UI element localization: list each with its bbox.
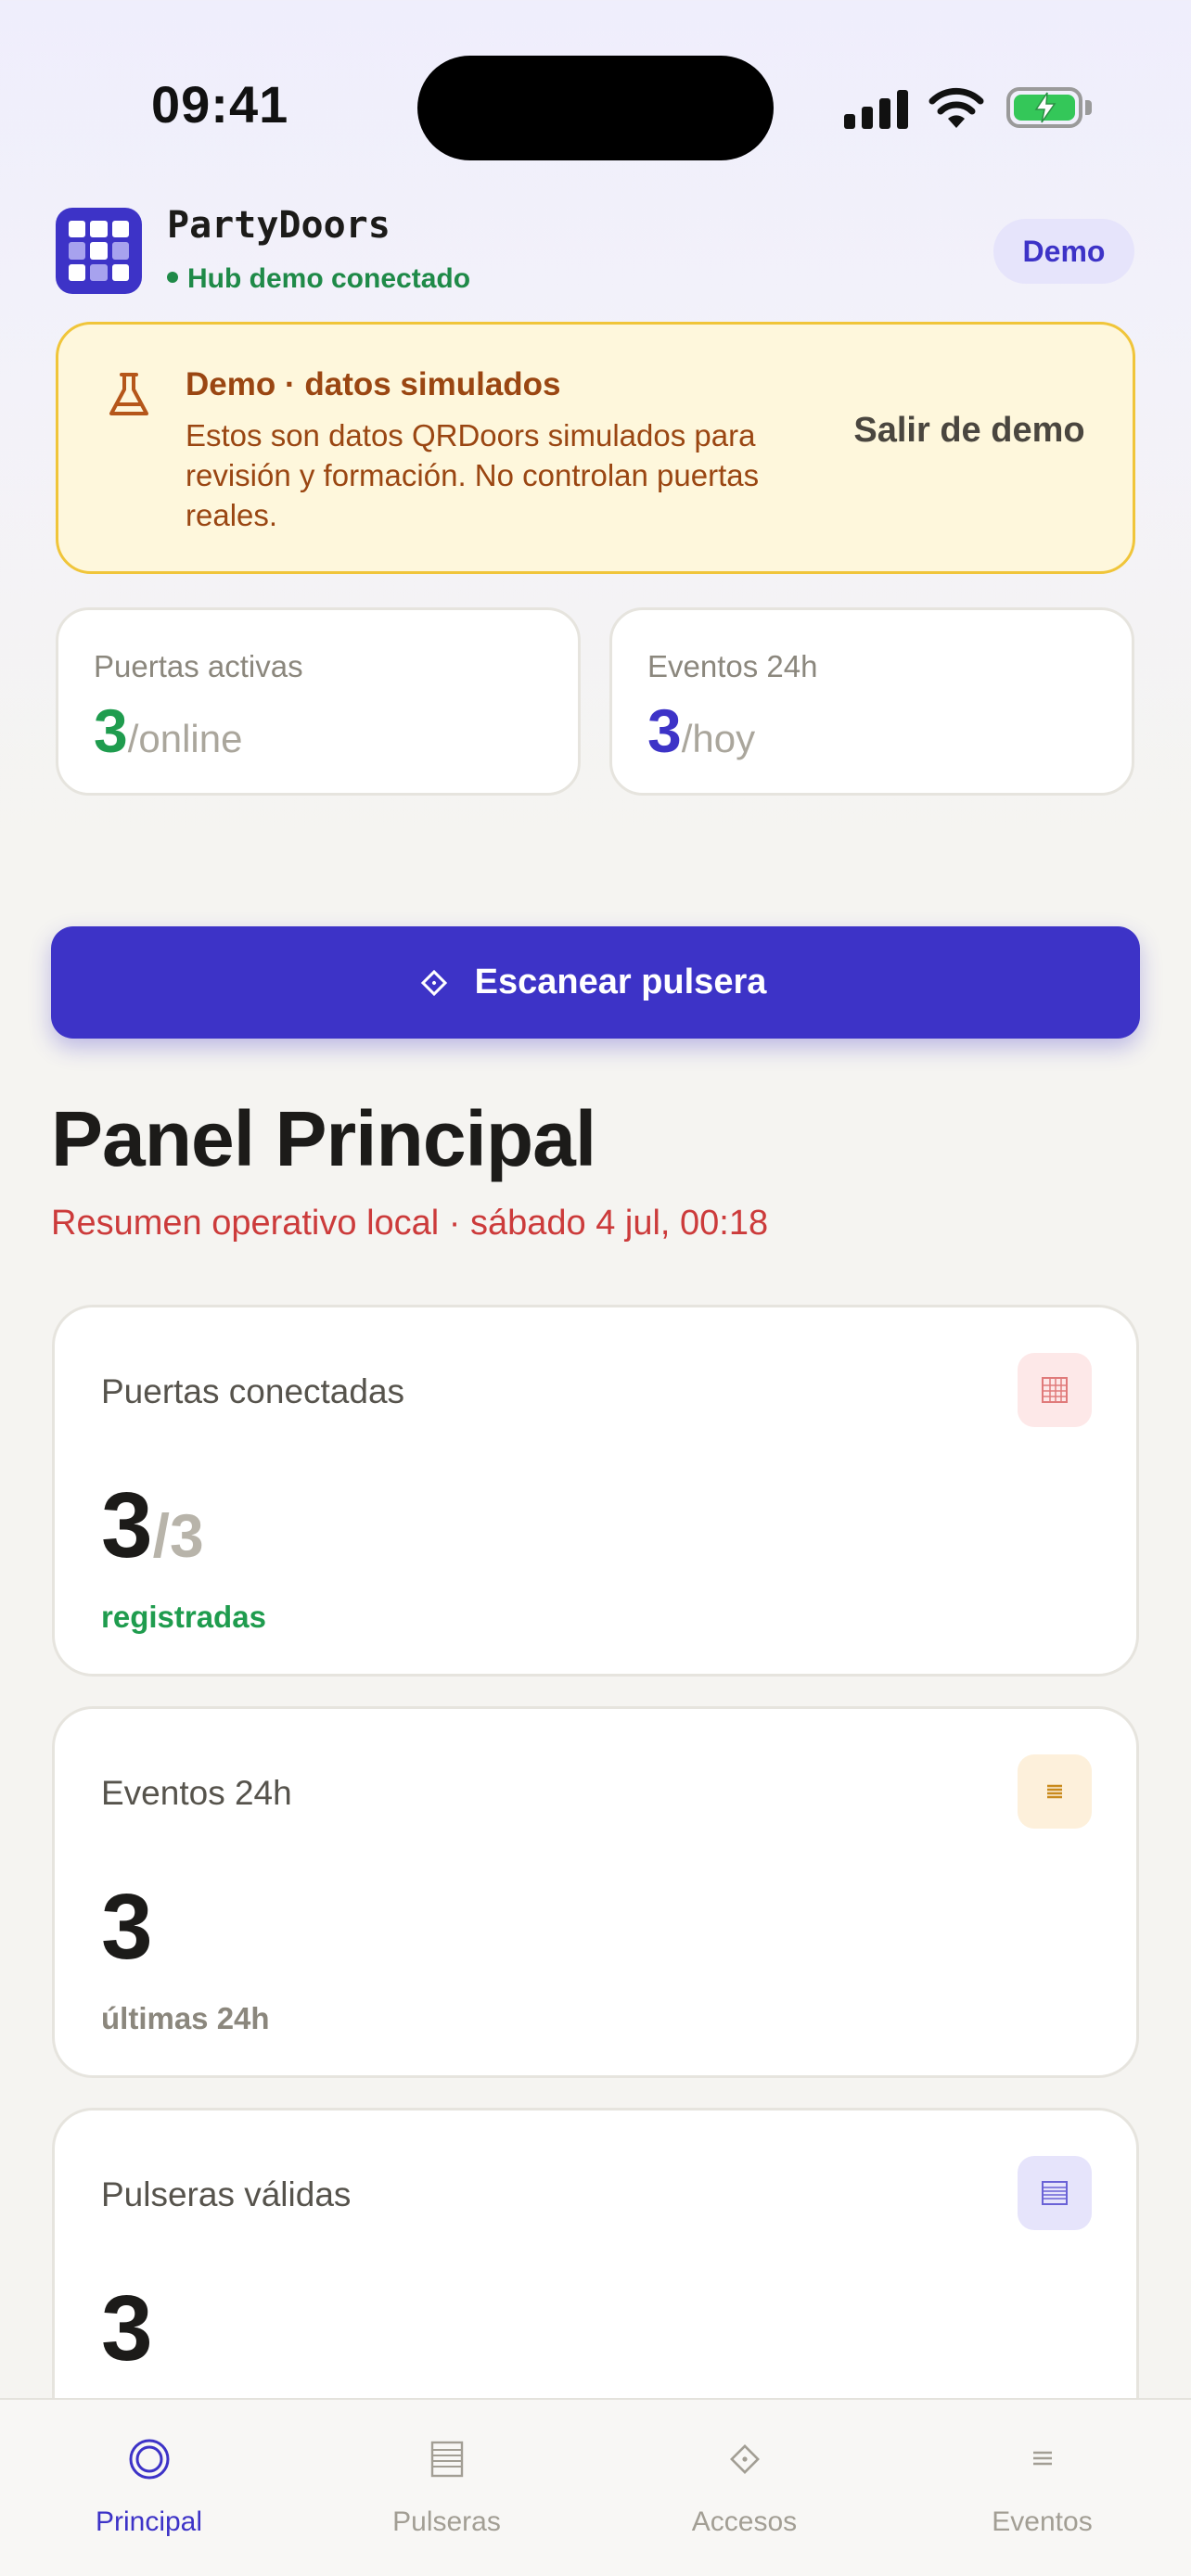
demo-banner: Demo · datos simulados Estos son datos Q… <box>56 322 1135 574</box>
exit-demo-button[interactable]: Salir de demo <box>830 411 1108 451</box>
menu-icon <box>1032 2451 1052 2466</box>
hub-status-label: Hub demo conectado <box>187 263 471 294</box>
scan-button-label: Escanear pulsera <box>474 963 767 1001</box>
nav-item-accesos[interactable]: Accesos <box>596 2400 893 2576</box>
mini-stat-label: Eventos 24h <box>647 649 818 683</box>
mini-stat-label: Puertas activas <box>94 649 303 683</box>
page-title: Panel Principal <box>51 1095 596 1182</box>
nav-label: Principal <box>95 2506 203 2537</box>
status-bar: 09:41 <box>0 0 1191 185</box>
active-doors-card[interactable]: Puertas activas 3/online <box>56 607 581 796</box>
metric-label: Pulseras válidas <box>101 2175 352 2213</box>
page-subtitle: Resumen operativo local · sábado 4 jul, … <box>51 1204 769 1243</box>
dynamic-island <box>417 56 774 160</box>
banner-title: Demo · datos simulados <box>186 366 561 402</box>
nav-item-pulseras[interactable]: Pulseras <box>298 2400 596 2576</box>
lines-icon <box>430 2441 463 2478</box>
bottom-nav: Principal Pulseras Accesos Eventos <box>0 2398 1191 2576</box>
flask-icon <box>109 373 148 415</box>
wristband-icon <box>1018 2156 1092 2230</box>
banner-text: Estos son datos QRDoors simulados para r… <box>186 418 760 532</box>
door-grid-icon <box>1018 1353 1092 1427</box>
scan-icon <box>420 969 447 996</box>
events-24h-metric-card[interactable]: Eventos 24h 3 últimas 24h <box>52 1706 1139 2078</box>
connected-doors-card[interactable]: Puertas conectadas 3/3 registradas <box>52 1305 1139 1677</box>
wifi-icon <box>928 87 984 128</box>
metric-label: Puertas conectadas <box>101 1372 405 1410</box>
nav-label: Pulseras <box>392 2506 501 2537</box>
metric-note: últimas 24h <box>101 2001 270 2035</box>
nav-label: Accesos <box>691 2506 798 2537</box>
nav-item-eventos[interactable]: Eventos <box>893 2400 1191 2576</box>
metric-value: 3 <box>101 2276 153 2380</box>
mini-stat-value: 3/online <box>94 696 243 765</box>
app-name: PartyDoors <box>167 204 391 247</box>
target-icon <box>129 2439 169 2480</box>
events-24h-card[interactable]: Eventos 24h 3/hoy <box>609 607 1134 796</box>
scan-wristband-button[interactable]: Escanear pulsera <box>51 926 1140 1039</box>
metric-note: registradas <box>101 1600 266 1634</box>
demo-badge[interactable]: Demo <box>993 219 1134 284</box>
nav-item-principal[interactable]: Principal <box>0 2400 298 2576</box>
battery-icon <box>1006 85 1092 130</box>
hub-status: Hub demo conectado <box>167 263 470 295</box>
status-dot-icon <box>167 272 178 284</box>
metric-value: 3 <box>101 1875 153 1979</box>
diamond-icon <box>729 2444 760 2474</box>
mini-stat-value: 3/hoy <box>647 696 756 765</box>
status-time: 09:41 <box>151 75 289 134</box>
nav-label: Eventos <box>992 2506 1093 2537</box>
app-logo-icon <box>56 208 142 294</box>
metric-value: 3/3 <box>101 1473 204 1577</box>
signal-icon <box>844 88 909 129</box>
list-icon <box>1018 1754 1092 1829</box>
metric-label: Eventos 24h <box>101 1774 292 1812</box>
